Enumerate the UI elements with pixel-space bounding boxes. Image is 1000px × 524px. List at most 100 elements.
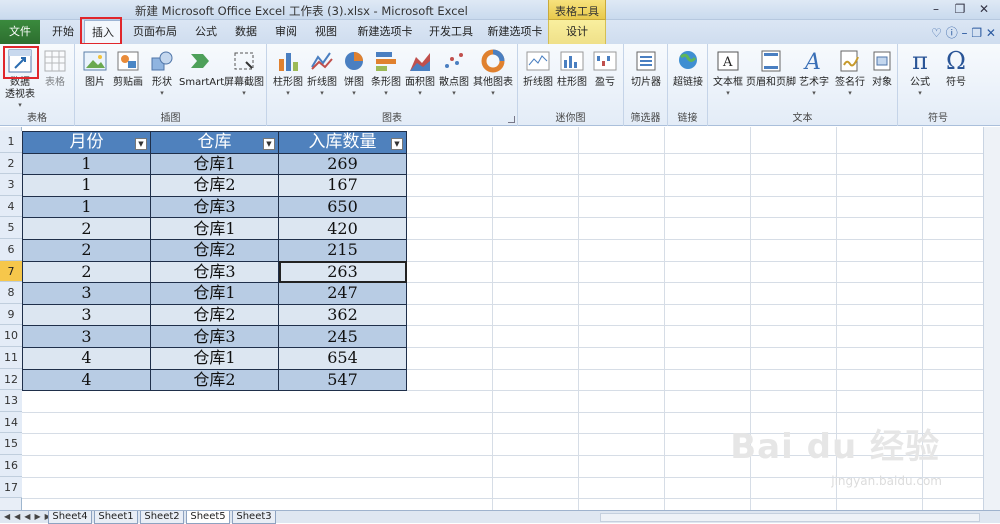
- table-cell[interactable]: 仓库3: [150, 260, 279, 284]
- table-row[interactable]: 4 仓库1 654: [22, 346, 407, 370]
- table-row[interactable]: 1 仓库3 650: [22, 195, 407, 219]
- table-row[interactable]: 2 仓库3 263: [22, 260, 407, 284]
- tab-insert[interactable]: 插入: [84, 20, 122, 44]
- table-row[interactable]: 1 仓库1 269: [22, 152, 407, 176]
- area-chart-button[interactable]: 面积图 ▾: [403, 47, 437, 97]
- table-cell[interactable]: 1: [22, 152, 151, 176]
- table-cell[interactable]: 3: [22, 282, 151, 305]
- row-header[interactable]: 12: [0, 368, 22, 391]
- sheet-tab[interactable]: Sheet3: [232, 511, 276, 524]
- tab-new-tab-1[interactable]: 新建选项卡: [350, 20, 420, 44]
- row-header[interactable]: 1: [0, 131, 22, 153]
- table-cell[interactable]: 263: [278, 260, 407, 284]
- close-icon[interactable]: ✕: [972, 1, 996, 18]
- tab-new-tab-2[interactable]: 新建选项卡: [482, 20, 548, 44]
- data-table[interactable]: 月份 ▼ 仓库 ▼ 入库数量 ▼ 1 仓库1 269 1 仓库2 167 1 仓库3 650 2 仓库1 4…: [22, 131, 407, 392]
- sheet-tab[interactable]: Sheet1: [94, 511, 138, 524]
- table-cell[interactable]: 仓库2: [150, 303, 279, 327]
- table-cell[interactable]: 仓库2: [150, 174, 279, 197]
- table-row[interactable]: 3 仓库2 362: [22, 303, 407, 327]
- tab-file[interactable]: 文件: [0, 20, 40, 44]
- sheet-tab[interactable]: Sheet2: [140, 511, 184, 524]
- table-cell[interactable]: 仓库1: [150, 217, 279, 240]
- table-cell[interactable]: 362: [278, 303, 407, 327]
- table-cell[interactable]: 2: [22, 238, 151, 262]
- smartart-button[interactable]: SmartArt: [179, 47, 224, 89]
- restore-icon[interactable]: ❐: [948, 1, 972, 18]
- row-header[interactable]: 14: [0, 411, 22, 434]
- column-chart-button[interactable]: 柱形图 ▾: [271, 47, 305, 97]
- table-cell[interactable]: 仓库3: [150, 195, 279, 219]
- tab-page-layout[interactable]: 页面布局: [126, 20, 184, 44]
- other-charts-button[interactable]: 其他图表 ▾: [471, 47, 515, 97]
- row-header[interactable]: 5: [0, 217, 22, 239]
- equation-button[interactable]: π 公式 ▾: [902, 47, 938, 97]
- filter-dropdown-icon[interactable]: ▼: [135, 138, 147, 150]
- table-row[interactable]: 2 仓库1 420: [22, 217, 407, 240]
- wordart-button[interactable]: A 艺术字 ▾: [796, 47, 832, 97]
- table-row[interactable]: 3 仓库3 245: [22, 325, 407, 348]
- table-cell[interactable]: 2: [22, 217, 151, 240]
- table-cell[interactable]: 仓库1: [150, 152, 279, 176]
- picture-button[interactable]: 图片: [79, 47, 111, 89]
- row-header[interactable]: 2: [0, 152, 22, 175]
- table-cell[interactable]: 1: [22, 174, 151, 197]
- object-button[interactable]: 对象: [868, 47, 896, 89]
- filter-dropdown-icon[interactable]: ▼: [263, 138, 275, 150]
- vertical-scrollbar[interactable]: [983, 127, 1000, 510]
- signature-line-button[interactable]: 签名行 ▾: [832, 47, 868, 97]
- shapes-button[interactable]: 形状 ▾: [147, 47, 177, 97]
- sparkline-column-button[interactable]: 柱形图: [556, 47, 588, 89]
- table-cell[interactable]: 3: [22, 303, 151, 327]
- minimize-icon[interactable]: –: [924, 1, 948, 18]
- table-cell[interactable]: 3: [22, 325, 151, 348]
- horizontal-scrollbar[interactable]: [600, 513, 980, 522]
- row-header[interactable]: 4: [0, 195, 22, 218]
- table-row[interactable]: 4 仓库2 547: [22, 368, 407, 392]
- table-cell[interactable]: 仓库2: [150, 368, 279, 392]
- filter-dropdown-icon[interactable]: ▼: [391, 138, 403, 150]
- table-cell[interactable]: 654: [278, 346, 407, 370]
- row-header[interactable]: 9: [0, 303, 22, 326]
- table-cell[interactable]: 247: [278, 282, 407, 305]
- slicer-button[interactable]: 切片器: [628, 47, 664, 89]
- row-header[interactable]: 8: [0, 282, 22, 304]
- row-header[interactable]: 7: [0, 260, 22, 283]
- table-row[interactable]: 3 仓库1 247: [22, 282, 407, 305]
- table-cell[interactable]: 650: [278, 195, 407, 219]
- sheet-tab[interactable]: Sheet5: [186, 511, 230, 524]
- table-cell[interactable]: 仓库1: [150, 346, 279, 370]
- table-cell[interactable]: 215: [278, 238, 407, 262]
- table-cell[interactable]: 420: [278, 217, 407, 240]
- table-cell[interactable]: 269: [278, 152, 407, 176]
- row-header[interactable]: 17: [0, 476, 22, 499]
- row-header[interactable]: 15: [0, 433, 22, 455]
- table-cell[interactable]: 547: [278, 368, 407, 392]
- table-cell[interactable]: 仓库1: [150, 282, 279, 305]
- row-header[interactable]: 6: [0, 239, 22, 261]
- table-button[interactable]: 表格: [38, 47, 72, 89]
- worksheet[interactable]: 1 2 3 4 5 6 7 8 9 10 11 12 13 14 15 16 17 月份 ▼ 仓库 ▼ 入库数量 ▼ …: [0, 127, 1000, 510]
- header-quantity[interactable]: 入库数量 ▼: [278, 131, 407, 154]
- table-cell[interactable]: 仓库2: [150, 238, 279, 262]
- tab-formulas[interactable]: 公式: [188, 20, 224, 44]
- line-chart-button[interactable]: 折线图 ▾: [305, 47, 339, 97]
- table-cell[interactable]: 2: [22, 260, 151, 284]
- bar-chart-button[interactable]: 条形图 ▾: [369, 47, 403, 97]
- header-warehouse[interactable]: 仓库 ▼: [150, 131, 279, 154]
- row-header[interactable]: 3: [0, 174, 22, 196]
- tab-view[interactable]: 视图: [308, 20, 344, 44]
- symbol-button[interactable]: Ω 符号: [938, 47, 974, 89]
- table-cell[interactable]: 1: [22, 195, 151, 219]
- textbox-button[interactable]: A 文本框 ▾: [710, 47, 746, 97]
- sparkline-winloss-button[interactable]: 盈亏: [590, 47, 620, 89]
- sparkline-line-button[interactable]: 折线图: [522, 47, 554, 89]
- table-row[interactable]: 2 仓库2 215: [22, 238, 407, 262]
- sheet-tab[interactable]: Sheet4: [48, 511, 92, 524]
- row-header[interactable]: 10: [0, 325, 22, 347]
- help-controls[interactable]: ♡ ⓘ – ❐ ✕: [931, 24, 996, 41]
- tab-home[interactable]: 开始: [44, 20, 82, 44]
- row-header[interactable]: 13: [0, 390, 22, 412]
- scatter-chart-button[interactable]: 散点图 ▾: [437, 47, 471, 97]
- header-month[interactable]: 月份 ▼: [22, 131, 151, 154]
